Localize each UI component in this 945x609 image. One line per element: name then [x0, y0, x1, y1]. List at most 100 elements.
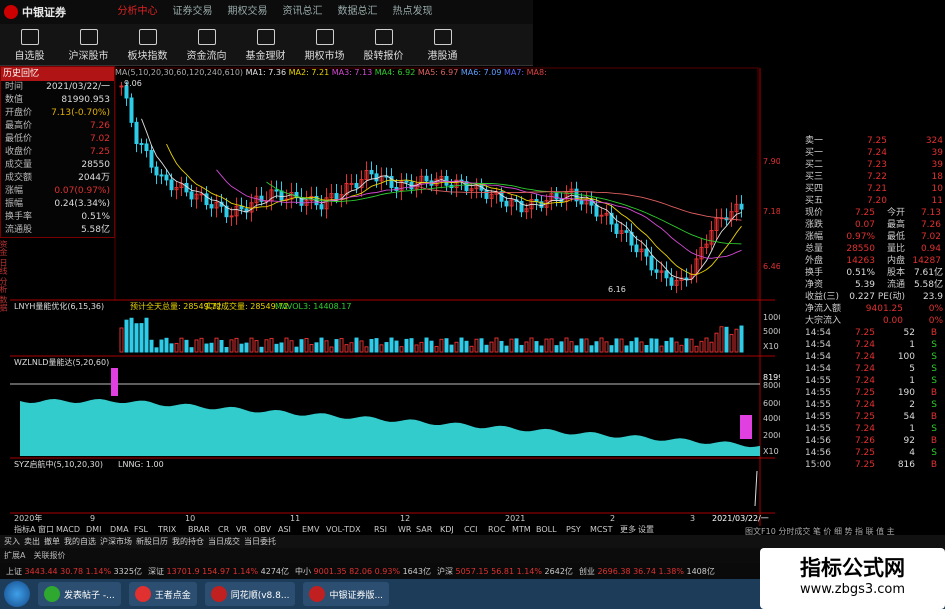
- toolbar-label: 港股通: [427, 50, 458, 62]
- kline-candle: [239, 205, 244, 210]
- indicator-tab: 设置: [638, 524, 654, 534]
- toolbar-button[interactable]: 股转报价: [354, 24, 413, 66]
- index-cell: 1.14%: [516, 566, 545, 576]
- indicator2-header: WZLNLD量能达(5,20,60): [14, 357, 109, 367]
- top-navigation: 中银证券 分析中心 证券交易 期权交易 资讯总汇 数据总汇 热点发现: [0, 0, 533, 24]
- tick-row-cell: 14:55: [805, 388, 831, 398]
- volume-bar: [399, 346, 404, 353]
- volume-bar: [689, 338, 694, 353]
- kline-candle: [599, 214, 604, 217]
- toolbar-button[interactable]: 港股通: [413, 24, 472, 66]
- toolbar-button[interactable]: 沪深股市: [59, 24, 118, 66]
- nav-tab[interactable]: 资讯总汇: [275, 0, 330, 24]
- volume-bar: [374, 338, 379, 353]
- orderbook-stat-cell: 今开: [886, 208, 905, 218]
- trade-tool-button[interactable]: 卖出: [24, 535, 40, 548]
- trade-tool-button[interactable]: 买入: [4, 535, 20, 548]
- kline-candle: [189, 191, 194, 200]
- trade-tool-button[interactable]: 我的自选: [64, 535, 96, 548]
- extension-tab[interactable]: 扩展A: [4, 550, 25, 561]
- toolbar-label: 资金流向: [186, 50, 227, 62]
- indicator3-header: SYZ启航中(5,10,20,30): [14, 459, 103, 469]
- kline-candle: [144, 143, 149, 152]
- trade-tool-button[interactable]: 撤单: [44, 535, 60, 548]
- trade-tool-button[interactable]: 当日成交: [208, 535, 240, 548]
- date-axis-current: 2021/03/22/一: [712, 514, 769, 523]
- toolbar-button[interactable]: 期权市场: [295, 24, 354, 66]
- toolbar-button[interactable]: 自选股: [0, 24, 59, 66]
- kline-candle: [374, 173, 379, 182]
- trade-tool-button[interactable]: 沪深市场: [100, 535, 132, 548]
- orderbook-flow-cell: 9401.25: [865, 304, 903, 314]
- nav-tab[interactable]: 数据总汇: [330, 0, 385, 24]
- extension-tab[interactable]: 关联报价: [33, 550, 65, 561]
- kline-candle: [154, 166, 159, 176]
- volume-bar: [414, 344, 419, 353]
- volume-bar: [584, 338, 589, 353]
- kline-chart[interactable]: 9.066.167.907.186.46LNYH量能优化(6,15,36) 预计全…: [0, 66, 780, 536]
- kline-candle: [134, 121, 139, 145]
- orderbook-level: 买二 7.23 39: [805, 159, 945, 171]
- toolbar-button[interactable]: 资金流向: [177, 24, 236, 66]
- tick-row-cell: 92: [903, 436, 915, 446]
- volume-bar: [609, 345, 614, 353]
- kline-candle: [404, 180, 409, 183]
- toolbar-button[interactable]: 板块指数: [118, 24, 177, 66]
- index-cell: 36.74: [633, 566, 659, 576]
- volume-bar: [174, 342, 179, 353]
- index-cell: 深证: [147, 566, 167, 576]
- tick-row-cell: S: [931, 376, 937, 386]
- volume-bar: [159, 339, 164, 353]
- taskbar-button[interactable]: 中银证券版...: [303, 582, 390, 606]
- kline-candle: [424, 175, 429, 182]
- trade-tool-button[interactable]: 新股日历: [136, 535, 168, 548]
- tick-row: 15:00 7.25 816 B: [805, 459, 945, 471]
- orderbook-stat: 总量 28550 量比 0.94: [805, 243, 945, 255]
- volume-bar: [434, 345, 439, 353]
- tick-row: 14:54 7.25 52 B: [805, 327, 945, 339]
- indicator-tab: KDJ: [440, 525, 454, 534]
- nav-tab[interactable]: 分析中心: [110, 0, 165, 24]
- orderbook-stat-cell: 最高: [886, 220, 905, 230]
- volume-bar: [674, 341, 679, 353]
- date-axis-label: 10: [185, 514, 195, 523]
- volume-bar: [659, 345, 664, 353]
- kline-candle: [139, 143, 144, 146]
- watermark: 指标公式网 www.zbgs3.com: [760, 548, 945, 609]
- volume-bar: [369, 338, 374, 353]
- toolbar-button[interactable]: 基金理财: [236, 24, 295, 66]
- volume-bar: [269, 337, 274, 353]
- nav-tab[interactable]: 热点发现: [385, 0, 440, 24]
- index-cell: 4274亿: [260, 566, 289, 576]
- tick-row-cell: 7.24: [854, 400, 875, 410]
- start-button-icon[interactable]: [4, 581, 30, 607]
- taskbar-button[interactable]: 同花顺(v8.8...: [204, 582, 296, 606]
- trade-tool-button[interactable]: 当日委托: [244, 535, 276, 548]
- orderbook-level: 买四 7.21 10: [805, 183, 945, 195]
- volume-bar: [164, 337, 169, 353]
- tick-row: 14:55 7.25 190 B: [805, 387, 945, 399]
- orderbook-level-cell: 7.22: [866, 172, 887, 182]
- taskbar-button[interactable]: 王者点金: [128, 582, 197, 606]
- taskbar-label: 发表帖子 -...: [64, 590, 115, 601]
- low-price-label: 6.16: [608, 285, 626, 294]
- taskbar-label: 中银证券版...: [329, 590, 384, 601]
- indicator-tab: ASI: [278, 525, 291, 534]
- toolbar-icon: [433, 28, 452, 45]
- orderbook-stat-cell: 7.26: [920, 220, 941, 230]
- volume-bar: [204, 343, 209, 353]
- orderbook-flow: 净流入额 9401.25 0%: [805, 303, 945, 315]
- volume-bar: [344, 344, 349, 353]
- indicator-tab: 更多: [620, 524, 636, 534]
- volume-bar: [149, 339, 154, 353]
- orderbook-stat2-cell: 股本: [886, 268, 905, 278]
- indicator-tab: ROC: [488, 525, 506, 534]
- trade-tool-button[interactable]: 我的持仓: [172, 535, 204, 548]
- orderbook-flow-cell: 0%: [928, 316, 943, 326]
- orderbook-level: 买三 7.22 18: [805, 171, 945, 183]
- moving-average-line: [216, 169, 742, 259]
- indicator-tab: SAR: [416, 525, 433, 534]
- nav-tab[interactable]: 证券交易: [165, 0, 220, 24]
- taskbar-button[interactable]: 发表帖子 -...: [38, 582, 121, 606]
- nav-tab[interactable]: 期权交易: [220, 0, 275, 24]
